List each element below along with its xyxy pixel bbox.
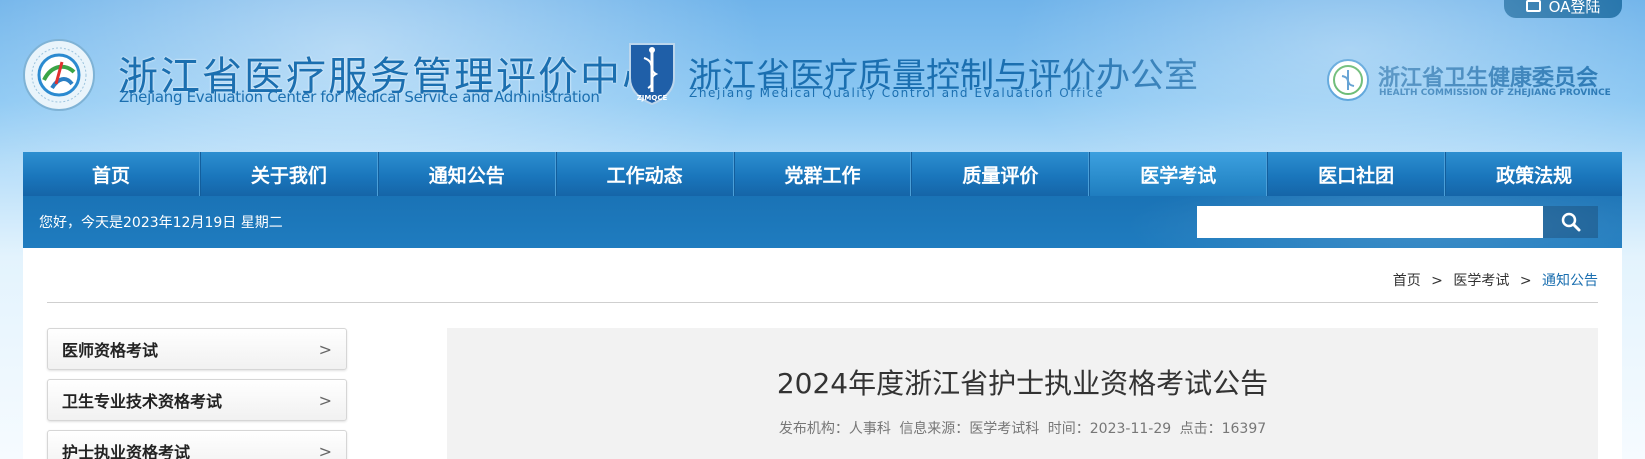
date-greeting: 您好，今天是2023年12月19日 星期二	[39, 215, 283, 231]
breadcrumb-medical-exams[interactable]: 医学考试	[1453, 273, 1509, 289]
breadcrumb-separator: >	[1431, 273, 1443, 289]
commission-title-cn: 浙江省卫生健康委员会	[1378, 66, 1599, 91]
article-meta: 发布机构：人事科 信息来源：医学考试科 时间：2023-11-29 点击：163…	[447, 418, 1598, 438]
office-badge-text: ZJMQCE	[637, 94, 668, 102]
chevron-right-icon: >	[318, 339, 332, 359]
breadcrumb-separator: >	[1519, 273, 1532, 289]
health-commission-logo[interactable]	[1326, 58, 1370, 102]
nav-item-party-work[interactable]: 党群工作	[733, 152, 912, 196]
clicks-value: 16397	[1221, 421, 1267, 437]
monitor-icon	[1525, 0, 1541, 12]
chevron-right-icon: >	[318, 441, 332, 459]
content-area: 首页 > 医学考试 > 通知公告 医师资格考试 > 卫生专业技术资格考试 > 护…	[23, 248, 1622, 459]
publisher-label: 发布机构：	[778, 421, 849, 437]
commission-title-en: HEALTH COMMISSION OF ZHEJIANG PROVINCE	[1379, 88, 1611, 98]
sidebar-item-label: 护士执业资格考试	[62, 443, 191, 459]
nav-item-medical-societies[interactable]: 医口社团	[1267, 152, 1446, 196]
main-nav: 首页 关于我们 通知公告 工作动态 党群工作 质量评价 医学考试 医口社团 政策…	[23, 152, 1622, 196]
sidebar-item-label: 卫生专业技术资格考试	[62, 392, 223, 411]
nav-item-notices[interactable]: 通知公告	[377, 152, 556, 196]
source-value: 医学考试科	[969, 421, 1040, 437]
breadcrumb: 首页 > 医学考试 > 通知公告	[1393, 270, 1598, 290]
article-title: 2024年度浙江省护士执业资格考试公告	[776, 367, 1269, 400]
sidebar-item-health-tech-exam[interactable]: 卫生专业技术资格考试 >	[47, 379, 347, 421]
oa-login-button[interactable]: OA登陆	[1504, 0, 1622, 18]
sidebar-item-nurse-exam[interactable]: 护士执业资格考试 >	[47, 430, 347, 459]
search-icon	[1561, 212, 1580, 232]
search-input[interactable]	[1197, 206, 1543, 238]
evaluation-center-logo[interactable]	[22, 38, 96, 112]
clicks-label: 点击：	[1179, 421, 1222, 437]
time-label: 时间：	[1047, 421, 1090, 437]
oa-login-label: OA登陆	[1548, 0, 1601, 16]
breadcrumb-current[interactable]: 通知公告	[1542, 273, 1598, 289]
divider	[47, 302, 1598, 303]
nav-item-quality-evaluation[interactable]: 质量评价	[911, 152, 1090, 196]
info-bar: 您好，今天是2023年12月19日 星期二	[23, 196, 1622, 248]
breadcrumb-home[interactable]: 首页	[1393, 273, 1421, 289]
time-value: 2023-11-29	[1089, 421, 1172, 437]
quality-office-logo[interactable]: ZJMQCE	[626, 40, 678, 106]
publisher-value: 人事科	[848, 421, 891, 437]
center-title-en: Zhejiang Evaluation Center for Medical S…	[119, 88, 600, 106]
search-button[interactable]	[1543, 206, 1598, 238]
source-label: 信息来源：	[899, 421, 970, 437]
office-title-en: Zhejiang Medical Quality Control and Eva…	[689, 86, 1105, 100]
nav-item-policies[interactable]: 政策法规	[1445, 152, 1622, 196]
nav-item-medical-exams[interactable]: 医学考试	[1089, 152, 1268, 196]
article-panel: 2024年度浙江省护士执业资格考试公告 发布机构：人事科 信息来源：医学考试科 …	[447, 328, 1598, 459]
sidebar: 医师资格考试 > 卫生专业技术资格考试 > 护士执业资格考试 >	[47, 328, 347, 459]
nav-item-about[interactable]: 关于我们	[199, 152, 378, 196]
sidebar-item-label: 医师资格考试	[62, 341, 159, 360]
nav-item-home[interactable]: 首页	[23, 152, 200, 196]
chevron-right-icon: >	[318, 390, 332, 410]
sidebar-item-physician-exam[interactable]: 医师资格考试 >	[47, 328, 347, 370]
nav-item-work-news[interactable]: 工作动态	[555, 152, 734, 196]
